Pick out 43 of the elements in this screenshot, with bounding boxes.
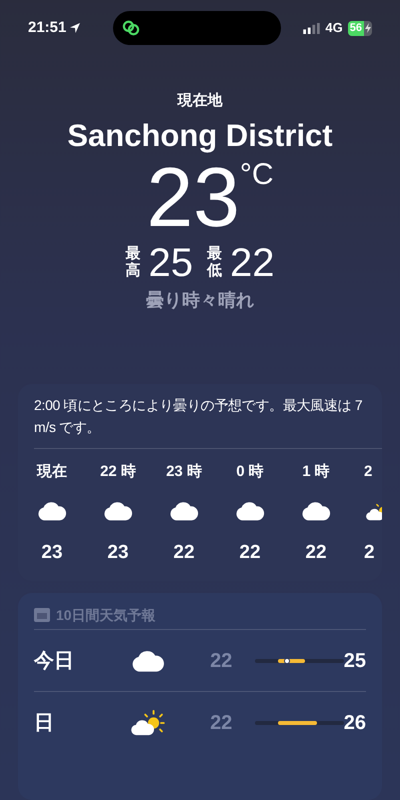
temperature-unit: °C bbox=[240, 156, 274, 192]
condition-text: 曇り時々晴れ bbox=[146, 288, 254, 312]
low-temperature: 22 bbox=[210, 710, 234, 736]
cloud-icon bbox=[301, 500, 331, 520]
clock-time: 21:51 bbox=[28, 18, 66, 38]
hour-label: 1 時 bbox=[302, 462, 330, 482]
low-label: 最低 bbox=[207, 246, 222, 279]
high-temperature: 25 bbox=[344, 648, 366, 674]
high-temperature: 25 bbox=[148, 240, 193, 284]
calendar-icon bbox=[34, 608, 50, 622]
day-label: 今日 bbox=[34, 648, 75, 674]
low-temperature: 22 bbox=[230, 240, 274, 284]
hour-temperature: 23 bbox=[107, 540, 129, 564]
current-temperature: 23 bbox=[146, 154, 240, 238]
battery-icon: 56 bbox=[348, 20, 372, 36]
hour-label: 0 時 bbox=[236, 462, 264, 482]
signal-icon bbox=[303, 22, 320, 34]
cloud-icon bbox=[103, 500, 133, 520]
hour-label: 現在 bbox=[37, 462, 67, 482]
high-label: 最高 bbox=[126, 246, 140, 279]
forecast-summary: 2:00 頃にところにより曇りの予想です。最大風速は 7 m/s です。 bbox=[34, 396, 364, 436]
cloud-icon bbox=[169, 500, 199, 520]
low-temperature: 22 bbox=[210, 648, 234, 674]
cloud-icon bbox=[235, 500, 265, 520]
hour-temperature: 22 bbox=[305, 540, 327, 564]
link-icon bbox=[121, 18, 141, 38]
hour-temperature: 23 bbox=[41, 540, 63, 564]
location-label: 現在地 bbox=[178, 91, 222, 111]
cloud-icon bbox=[37, 500, 67, 520]
network-label: 4G bbox=[325, 19, 343, 38]
day-label: 日 bbox=[34, 710, 55, 736]
hour-temperature: 2 bbox=[364, 540, 375, 564]
location-arrow-icon bbox=[69, 22, 82, 34]
cloud-sun-icon bbox=[130, 710, 165, 736]
city-name: Sanchong District bbox=[67, 116, 333, 154]
hour-temperature: 22 bbox=[239, 540, 261, 564]
high-temperature: 26 bbox=[344, 710, 366, 736]
section-title: 10日間天気予報 bbox=[56, 606, 156, 624]
hour-temperature: 22 bbox=[173, 540, 195, 564]
hour-label: 23 時 bbox=[166, 462, 202, 482]
temperature-range-fill bbox=[278, 720, 317, 724]
hour-label: 22 時 bbox=[100, 462, 136, 482]
hour-label: 2 bbox=[364, 462, 372, 482]
